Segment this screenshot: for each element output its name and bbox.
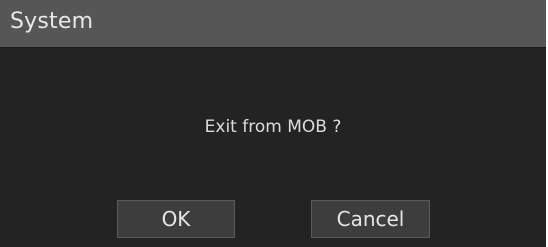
dialog-titlebar: System [0,0,546,48]
dialog-title: System [10,9,94,34]
dialog-body: Exit from MOB ? OK Cancel [0,48,546,247]
dialog-message: Exit from MOB ? [204,117,342,137]
cancel-button[interactable]: Cancel [311,200,430,238]
system-dialog: System Exit from MOB ? OK Cancel [0,0,548,247]
ok-button[interactable]: OK [117,200,235,238]
